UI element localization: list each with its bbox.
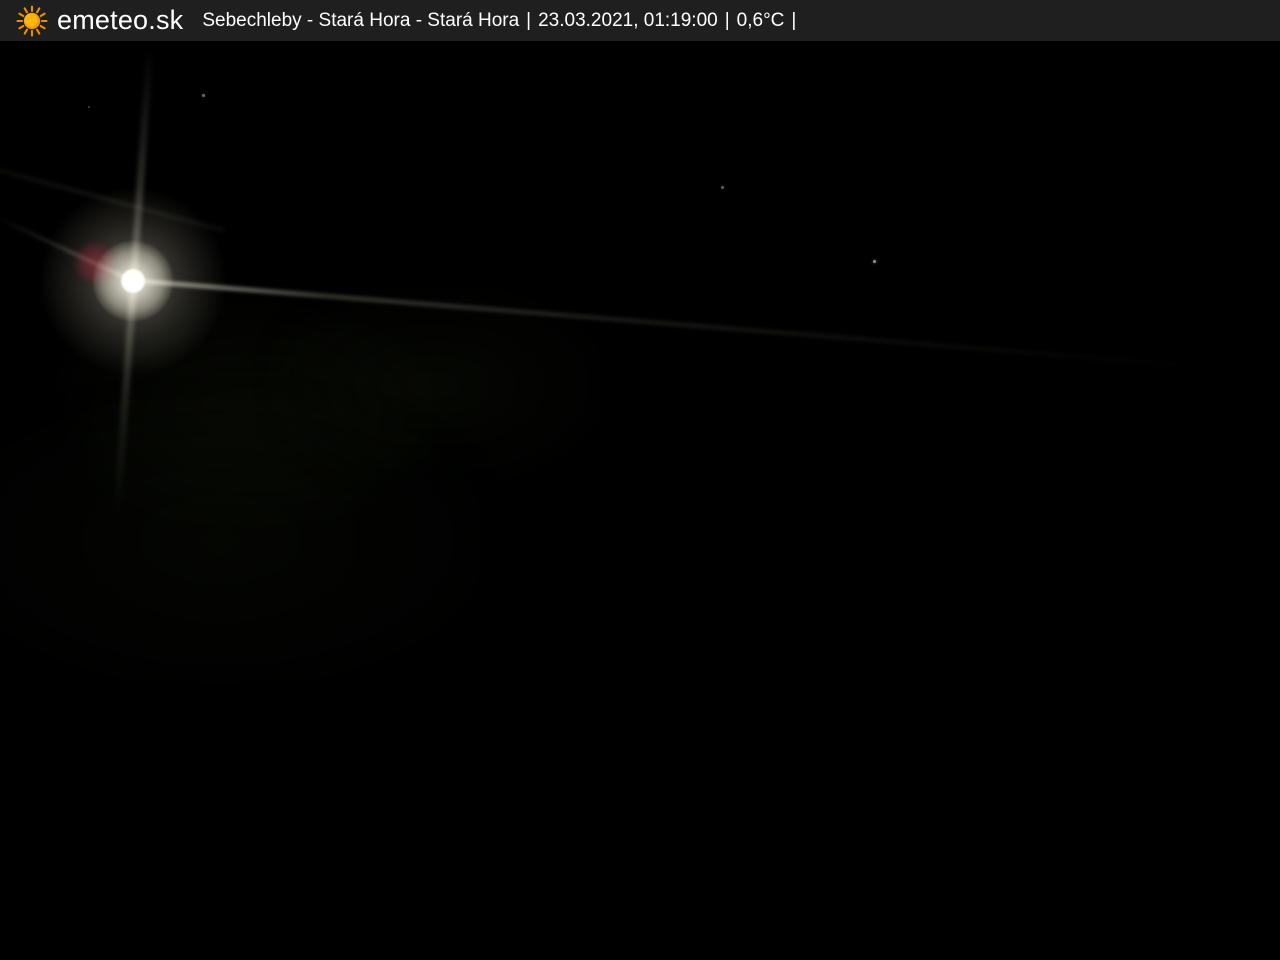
location-label: Sebechleby - Stará Hora - Stará Hora bbox=[202, 10, 519, 32]
star-3 bbox=[721, 186, 724, 189]
datetime-label: 23.03.2021, 01:19:00 bbox=[538, 10, 718, 32]
moon-light bbox=[121, 269, 145, 293]
header-bar: emeteo.sk Sebechleby - Stará Hora - Star… bbox=[0, 0, 1280, 41]
webcam-image bbox=[0, 0, 1280, 960]
separator: | bbox=[791, 10, 796, 32]
sun-logo-icon bbox=[16, 5, 48, 37]
tree-silhouette-3 bbox=[0, 400, 480, 680]
temperature-label: 0,6°C bbox=[737, 10, 785, 32]
star-4 bbox=[873, 260, 876, 263]
separator: | bbox=[526, 10, 531, 32]
separator: | bbox=[725, 10, 730, 32]
webcam-page: emeteo.sk Sebechleby - Stará Hora - Star… bbox=[0, 0, 1280, 960]
star-2 bbox=[88, 106, 90, 108]
site-name: emeteo.sk bbox=[57, 0, 183, 41]
station-info: Sebechleby - Stará Hora - Stará Hora | 2… bbox=[202, 10, 796, 32]
star-1 bbox=[202, 94, 205, 97]
